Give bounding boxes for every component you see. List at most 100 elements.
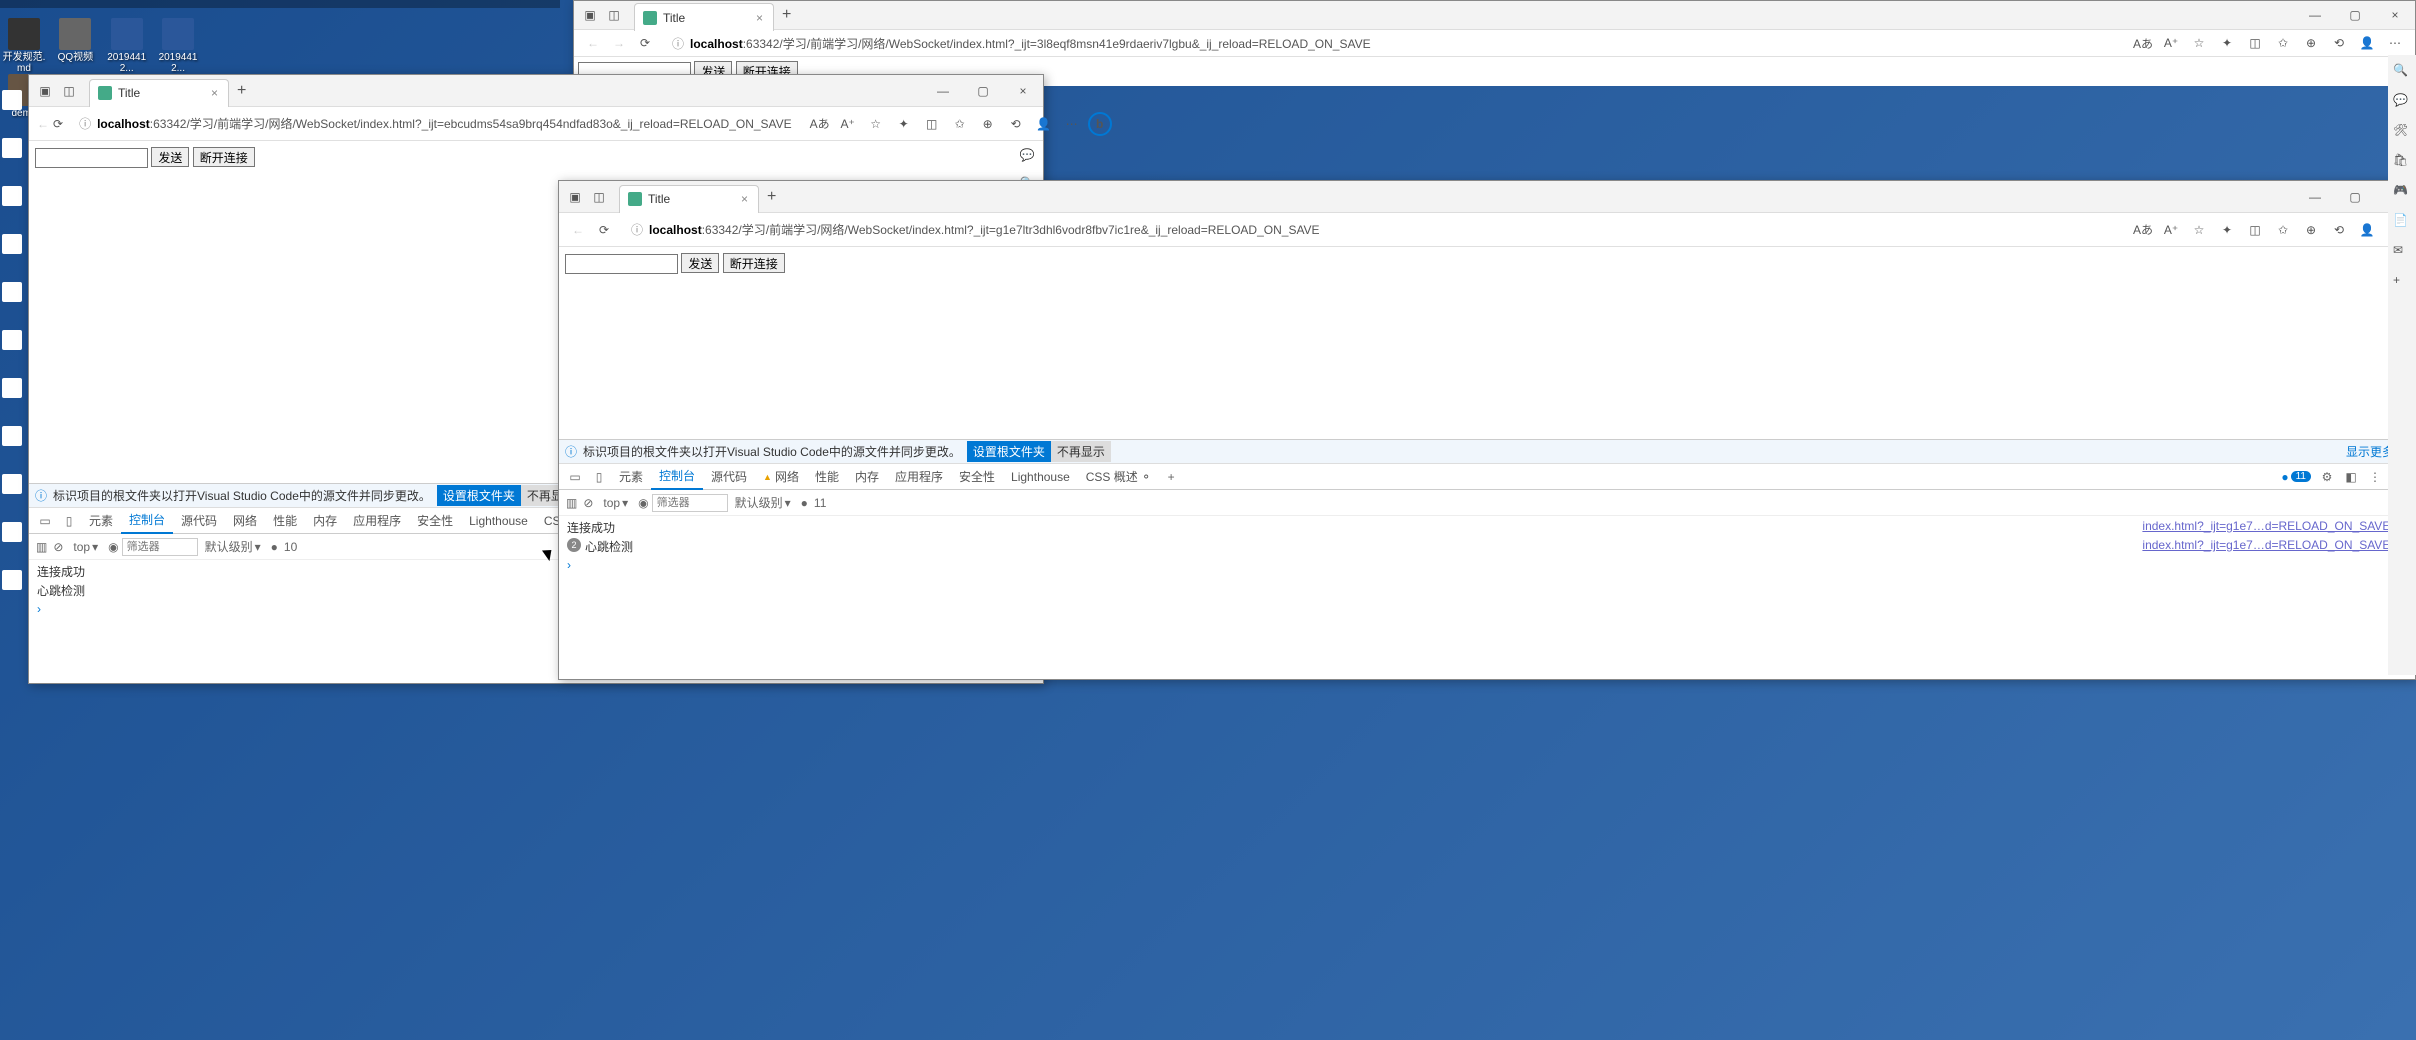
minimize-button[interactable]: — <box>2295 183 2335 211</box>
tab-application[interactable]: 应用程序 <box>345 508 409 534</box>
url-field[interactable]: ⓘ localhost:63342/学习/前端学习/网络/WebSocket/i… <box>623 217 2123 243</box>
workspaces-icon[interactable]: ▣ <box>581 6 599 24</box>
refresh-button[interactable]: ⟳ <box>593 219 615 241</box>
maximize-button[interactable]: ▢ <box>2335 183 2375 211</box>
tab-lighthouse[interactable]: Lighthouse <box>461 508 536 534</box>
profile-icon[interactable]: 👤 <box>2355 218 2379 242</box>
app-icon[interactable] <box>2 474 22 494</box>
profile-icon[interactable]: 👤 <box>2355 31 2379 55</box>
maximize-button[interactable]: ▢ <box>2335 1 2375 29</box>
tab-application[interactable]: 应用程序 <box>887 464 951 490</box>
tabactions-icon[interactable]: ◫ <box>605 6 623 24</box>
send-button[interactable]: 发送 <box>681 253 719 273</box>
issues-icon[interactable]: ● <box>271 540 278 554</box>
close-tab-icon[interactable]: × <box>739 192 750 206</box>
set-root-button[interactable]: 设置根文件夹 <box>437 485 521 506</box>
tools-icon[interactable]: 🛠 <box>2393 123 2411 141</box>
tab-network[interactable]: 网络 <box>225 508 265 534</box>
workspaces-icon[interactable]: ▣ <box>36 82 54 100</box>
refresh-button[interactable]: ⟳ <box>634 32 656 54</box>
app-icon[interactable] <box>2 90 22 110</box>
collections-icon[interactable]: ⊕ <box>2299 218 2323 242</box>
tab-console[interactable]: 控制台 <box>651 464 703 490</box>
tabactions-icon[interactable]: ◫ <box>60 82 78 100</box>
message-input[interactable] <box>35 148 148 168</box>
favorites-bar-icon[interactable]: ✩ <box>2271 31 2295 55</box>
tab-memory[interactable]: 内存 <box>305 508 345 534</box>
console-output[interactable]: 连接成功 index.html?_ijt=g1e7…d=RELOAD_ON_SA… <box>559 516 2415 679</box>
level-dropdown[interactable]: 默认级别 <box>201 538 265 555</box>
tab-performance[interactable]: 性能 <box>265 508 305 534</box>
sync-icon[interactable]: ⟲ <box>2327 218 2351 242</box>
level-dropdown[interactable]: 默认级别 <box>731 494 795 511</box>
message-input[interactable] <box>565 254 678 274</box>
back-button[interactable]: ← <box>567 219 589 241</box>
disconnect-button[interactable]: 断开连接 <box>193 147 255 167</box>
collections-icon[interactable]: ⊕ <box>2299 31 2323 55</box>
device-icon[interactable]: ▯ <box>59 511 79 531</box>
new-tab-button[interactable]: + <box>759 188 784 206</box>
show-more-link[interactable]: 显示更多 <box>2346 443 2394 460</box>
forward-button[interactable]: → <box>608 32 630 54</box>
minimize-button[interactable]: — <box>923 77 963 105</box>
issues-count[interactable]: 10 <box>284 540 297 554</box>
disconnect-button[interactable]: 断开连接 <box>723 253 785 273</box>
favorite-icon[interactable]: ☆ <box>2187 218 2211 242</box>
chat-icon[interactable]: 💬 <box>2393 93 2411 111</box>
info-icon[interactable]: ⓘ <box>672 35 684 52</box>
issues-icon[interactable]: ● <box>2281 470 2288 484</box>
app-icon[interactable] <box>2 378 22 398</box>
clear-console-icon[interactable]: ⊘ <box>583 496 593 510</box>
eye-icon[interactable]: ◉ <box>638 496 648 510</box>
plus-icon[interactable]: + <box>2393 273 2411 291</box>
tab-sources[interactable]: 源代码 <box>173 508 225 534</box>
device-icon[interactable]: ▯ <box>589 467 609 487</box>
back-button[interactable]: ← <box>582 32 604 54</box>
search-icon[interactable]: 🔍 <box>2393 63 2411 81</box>
shopping-icon[interactable]: 🛍 <box>2393 153 2411 171</box>
maximize-button[interactable]: ▢ <box>963 77 1003 105</box>
read-aloud-icon[interactable]: Aあ <box>808 112 832 136</box>
dont-show-button[interactable]: 不再显示 <box>1051 441 1111 462</box>
info-icon[interactable]: ⓘ <box>79 115 91 132</box>
text-size-icon[interactable]: A⁺ <box>2159 31 2183 55</box>
outlook-icon[interactable]: ✉ <box>2393 243 2411 261</box>
set-root-button[interactable]: 设置根文件夹 <box>967 441 1051 462</box>
collections-icon[interactable]: ⊕ <box>976 112 1000 136</box>
browser-tab[interactable]: Title × <box>89 79 229 107</box>
tab-console[interactable]: 控制台 <box>121 508 173 534</box>
app-icon[interactable] <box>2 570 22 590</box>
desktop-icon[interactable]: 开发规范.md <box>1 18 47 74</box>
tabactions-icon[interactable]: ◫ <box>590 188 608 206</box>
extensions-icon[interactable]: ✦ <box>2215 31 2239 55</box>
back-button[interactable]: ← <box>37 113 49 135</box>
read-aloud-icon[interactable]: Aあ <box>2131 218 2155 242</box>
context-dropdown[interactable]: top <box>69 540 102 554</box>
issues-icon[interactable]: ● <box>801 496 808 510</box>
close-button[interactable]: × <box>2375 1 2415 29</box>
url-field[interactable]: ⓘ localhost:63342/学习/前端学习/网络/WebSocket/i… <box>71 111 800 137</box>
issues-badge[interactable]: 11 <box>2291 471 2311 482</box>
url-field[interactable]: ⓘ localhost:63342/学习/前端学习/网络/WebSocket/i… <box>664 30 2123 56</box>
bing-chat-icon[interactable]: b <box>1088 112 1112 136</box>
app-icon[interactable] <box>2 282 22 302</box>
clear-console-icon[interactable]: ⊘ <box>53 540 63 554</box>
desktop-icon[interactable]: 20194412... <box>104 18 150 74</box>
desktop-icon[interactable]: 20194412... <box>155 18 201 74</box>
tab-lighthouse[interactable]: Lighthouse <box>1003 464 1078 490</box>
sidebar-toggle-icon[interactable]: ▥ <box>566 496 577 510</box>
tab-performance[interactable]: 性能 <box>807 464 847 490</box>
text-size-icon[interactable]: A⁺ <box>836 112 860 136</box>
issues-count[interactable]: 11 <box>814 496 826 510</box>
close-button[interactable]: × <box>1003 77 1043 105</box>
app-icon[interactable] <box>2 426 22 446</box>
tab-security[interactable]: 安全性 <box>951 464 1003 490</box>
games-icon[interactable]: 🎮 <box>2393 183 2411 201</box>
favorites-bar-icon[interactable]: ✩ <box>2271 218 2295 242</box>
app-icon[interactable] <box>2 330 22 350</box>
text-size-icon[interactable]: A⁺ <box>2159 218 2183 242</box>
eye-icon[interactable]: ◉ <box>108 540 118 554</box>
office-icon[interactable]: 📄 <box>2393 213 2411 231</box>
new-tab-button[interactable]: + <box>774 6 799 24</box>
close-tab-icon[interactable]: × <box>754 11 765 25</box>
